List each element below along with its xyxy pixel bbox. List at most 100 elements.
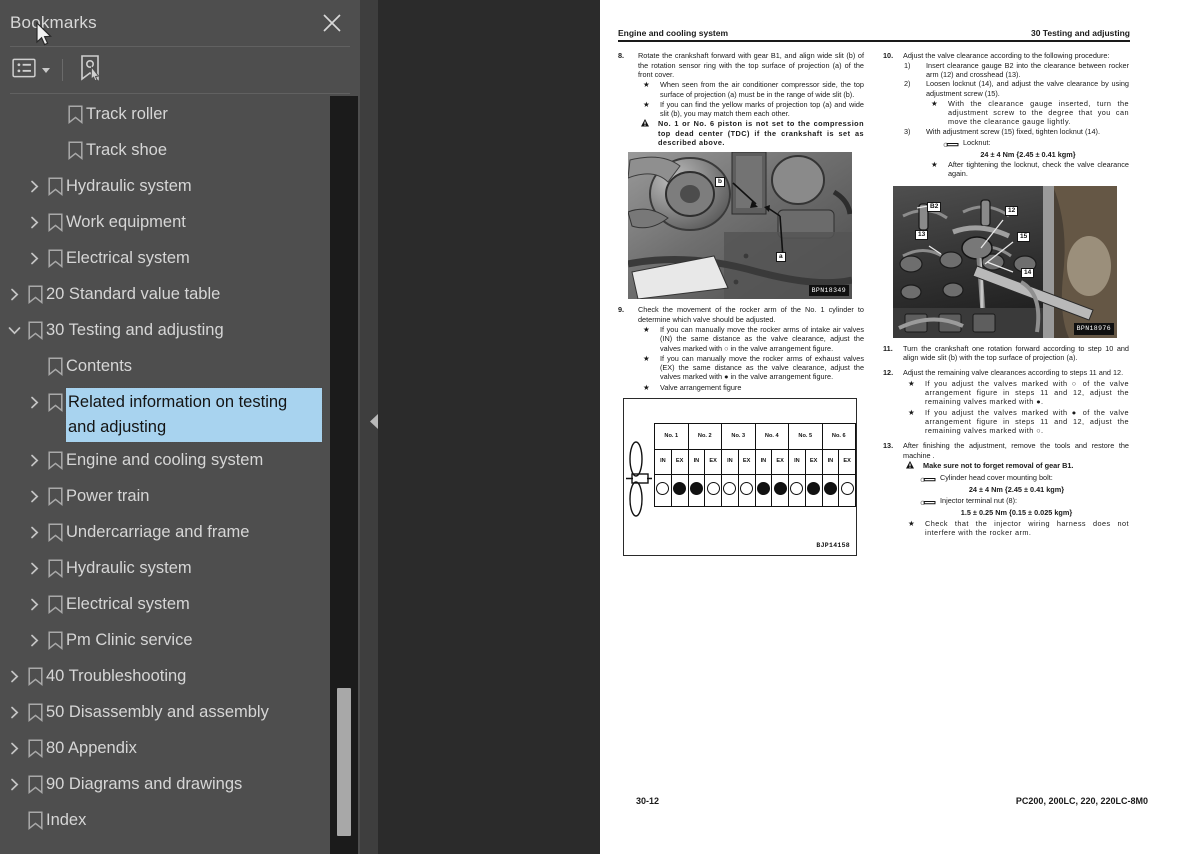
chevron-right-icon[interactable] — [24, 444, 44, 476]
bookmark-item-90-diagrams-and-drawings[interactable]: 90 Diagrams and drawings — [0, 766, 342, 802]
valve-marker-row — [654, 474, 856, 508]
figure-photo-front-cover: b a BPN18349 — [628, 152, 852, 300]
bookmark-item-label: Engine and cooling system — [66, 451, 264, 469]
chevron-down-icon[interactable] — [4, 314, 24, 346]
chevron-right-icon[interactable] — [24, 588, 44, 620]
find-bookmark-button[interactable] — [77, 54, 103, 87]
chevron-right-icon[interactable] — [4, 696, 24, 728]
photo-graphic — [628, 152, 852, 300]
bookmarks-tree[interactable]: Track roller Track shoe Hydraulic system Wo… — [0, 96, 342, 854]
star-icon: ★ — [643, 99, 650, 109]
wrench-icon — [943, 140, 959, 149]
substep-2: 2) Loosen locknut (14), and adjust the v… — [904, 79, 1129, 98]
chevron-right-icon[interactable] — [4, 768, 24, 800]
star-icon: ★ — [931, 160, 938, 170]
ex-valve-label: EX — [704, 449, 722, 476]
figure-code: BJP14158 — [816, 541, 850, 549]
bullet-text: After tightening the locknut, check the … — [948, 160, 1129, 179]
pdf-viewer-area[interactable]: Engine and cooling system 30 Testing and… — [378, 0, 1200, 854]
chevron-right-icon[interactable] — [24, 552, 44, 584]
bookmark-icon — [44, 170, 66, 202]
bullet-item: ★ With the clearance gauge inserted, tur… — [927, 99, 1129, 127]
step-9: 9. Check the movement of the rocker arm … — [618, 305, 864, 324]
in-valve-marker — [721, 474, 739, 508]
filled-circle-icon — [773, 481, 787, 495]
photo-callout: 12 — [1005, 205, 1019, 216]
bookmarks-scrollbar-track[interactable] — [330, 96, 358, 854]
bookmark-item-electrical-system[interactable]: Electrical system — [0, 586, 342, 622]
step-10-number: 10. — [883, 51, 894, 61]
step-11-number: 11. — [883, 343, 893, 353]
page-number: 30-12 — [636, 796, 660, 806]
bookmark-item-label: Track shoe — [86, 141, 168, 159]
torque-value: 24 ± 4 Nm {2.45 ± 0.41 kgm} — [968, 485, 1065, 495]
bookmark-item-label: Contents — [66, 357, 133, 375]
ex-valve-label: EX — [771, 449, 789, 476]
bookmark-item-pm-clinic-service[interactable]: Pm Clinic service — [0, 622, 342, 658]
chevron-right-icon[interactable] — [24, 386, 44, 418]
open-circle-icon — [790, 481, 804, 495]
ex-valve-label: EX — [737, 449, 756, 476]
bookmark-item-track-roller[interactable]: Track roller — [0, 96, 342, 132]
bookmark-item-80-appendix[interactable]: 80 Appendix — [0, 730, 342, 766]
chevron-right-icon[interactable] — [24, 242, 44, 274]
bullet-text: If you adjust the valves marked with ○ o… — [925, 378, 1129, 407]
cylinder-label: No. 2 — [687, 423, 722, 451]
star-icon: ★ — [643, 324, 650, 334]
star-icon: ★ — [908, 518, 915, 528]
valve-arrangement-figure: No. 1 No. 2 No. 3 No. 4 No. 5 No. 6 IN EX IN EX I… — [623, 398, 857, 557]
bookmark-item-label: Undercarriage and frame — [66, 523, 250, 541]
chevron-right-icon[interactable] — [24, 624, 44, 656]
bookmark-icon — [24, 660, 46, 692]
bookmark-icon — [24, 314, 46, 346]
valve-table: No. 1 No. 2 No. 3 No. 4 No. 5 No. 6 IN EX IN EX I… — [654, 423, 856, 508]
bullet-text: If you can find the yellow marks of proj… — [660, 99, 864, 119]
bookmark-item-20-standard-value-table[interactable]: 20 Standard value table — [0, 276, 342, 312]
chevron-right-icon[interactable] — [24, 170, 44, 202]
chevron-right-icon[interactable] — [24, 206, 44, 238]
bookmark-item-undercarriage-and-frame[interactable]: Undercarriage and frame — [0, 514, 342, 550]
bookmark-item-power-train[interactable]: Power train — [0, 478, 342, 514]
in-valve-marker — [788, 474, 806, 508]
chevron-right-icon[interactable] — [4, 732, 24, 764]
bookmark-item-index[interactable]: Index — [0, 802, 342, 838]
bookmark-item-hydraulic-system[interactable]: Hydraulic system — [0, 168, 342, 204]
bookmark-item-electrical-system[interactable]: Electrical system — [0, 240, 342, 276]
bullet-text: Valve arrangement figure — [660, 382, 742, 392]
warning-triangle-icon — [639, 119, 658, 147]
bookmark-item-hydraulic-system[interactable]: Hydraulic system — [0, 550, 342, 586]
bookmark-item-related-information-on-testing-and-adjusting[interactable]: Related information on testing and adjus… — [0, 384, 342, 443]
substep-1: 1) Insert clearance gauge B2 into the cl… — [904, 61, 1129, 80]
step-13-number: 13. — [883, 441, 894, 451]
bookmark-item-30-testing-and-adjusting[interactable]: 30 Testing and adjusting — [0, 312, 342, 348]
bookmark-options-button[interactable] — [12, 58, 50, 83]
close-icon[interactable] — [320, 11, 344, 35]
bookmark-item-track-shoe[interactable]: Track shoe — [0, 132, 342, 168]
bookmark-item-label: Work equipment — [66, 213, 186, 231]
list-options-icon — [12, 58, 36, 83]
bookmark-icon — [44, 350, 66, 382]
bookmark-item-work-equipment[interactable]: Work equipment — [0, 204, 342, 240]
bookmark-item-engine-and-cooling-system[interactable]: Engine and cooling system — [0, 442, 342, 478]
bookmark-item-label: Electrical system — [66, 249, 190, 267]
chevron-right-icon[interactable] — [4, 660, 24, 692]
right-column: 10. Adjust the valve clearance according… — [883, 51, 1129, 556]
page-header-right: 30 Testing and adjusting — [1030, 28, 1130, 38]
chevron-right-icon[interactable] — [24, 516, 44, 548]
chevron-right-icon[interactable] — [4, 278, 24, 310]
step-13-text: After finishing the adjustment, remove t… — [903, 441, 1129, 460]
bookmark-item-40-troubleshooting[interactable]: 40 Troubleshooting — [0, 658, 342, 694]
chevron-right-icon[interactable] — [24, 480, 44, 512]
pdf-page: Engine and cooling system 30 Testing and… — [600, 0, 1200, 854]
bookmark-item-contents[interactable]: Contents — [0, 348, 342, 384]
step-10: 10. Adjust the valve clearance according… — [883, 51, 1129, 60]
twisty-spacer — [44, 134, 64, 166]
bookmarks-scrollbar-thumb[interactable] — [337, 688, 351, 836]
cylinder-label: No. 3 — [721, 423, 756, 451]
filled-circle-icon — [689, 481, 703, 495]
bullet-item: ★ If you adjust the valves marked with ○… — [904, 379, 1129, 407]
bookmark-item-50-disassembly-and-assembly[interactable]: 50 Disassembly and assembly — [0, 694, 342, 730]
warning-item: No. 1 or No. 6 piston is not set to the … — [639, 119, 864, 147]
wrench-icon — [920, 475, 936, 484]
model-code: PC200, 200LC, 220, 220LC-8M0 — [1015, 796, 1148, 806]
